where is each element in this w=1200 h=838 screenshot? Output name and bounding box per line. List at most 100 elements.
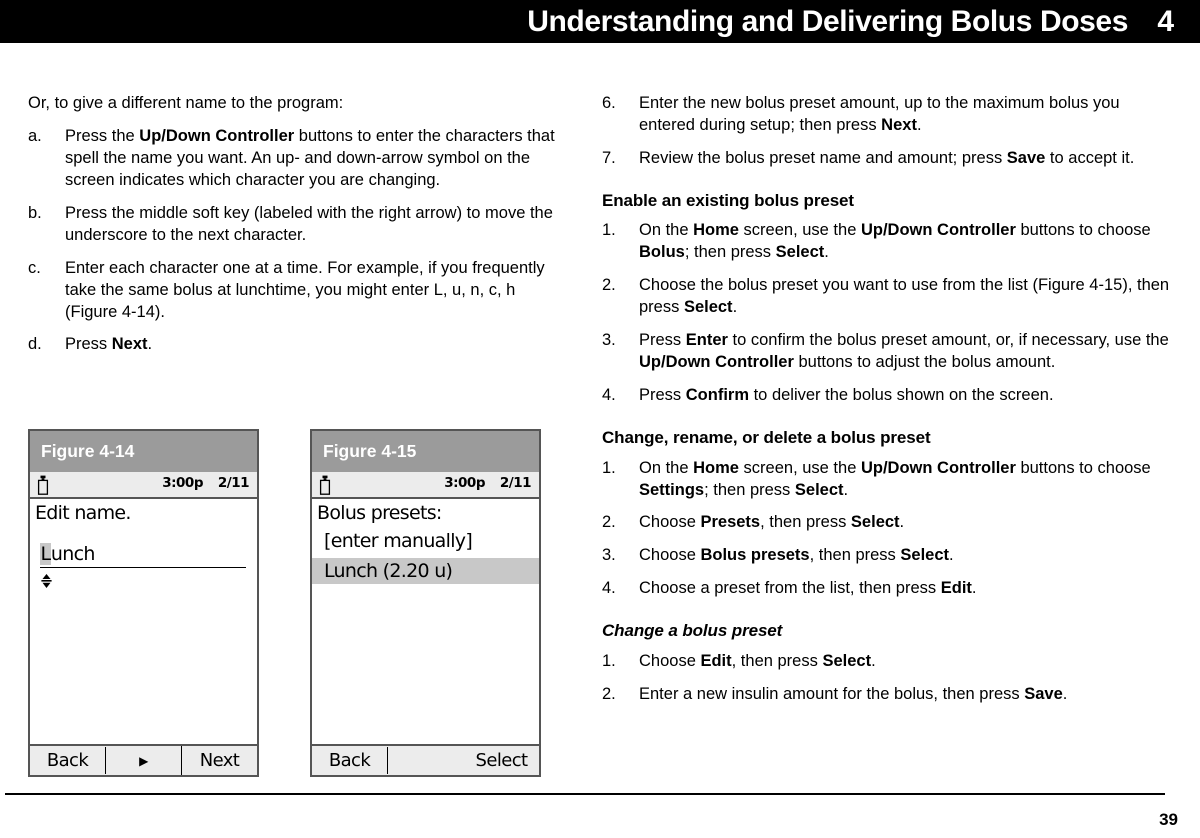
list-item-marker: 4. <box>602 386 616 405</box>
plain-text: . <box>916 115 922 134</box>
figure-4-15-option-lunch-selected[interactable]: Lunch (2.20 u) <box>312 558 539 584</box>
figure-4-15-screen: Bolus presets: [enter manually] Lunch (2… <box>312 499 539 746</box>
plain-text: to confirm the bolus preset amount, or, … <box>727 331 1169 350</box>
emphasis-text: Select <box>794 480 844 499</box>
list-item: 1. Choose Edit, then press Select. <box>602 651 1172 673</box>
list-item-text: Choose a preset from the list, then pres… <box>639 578 1172 600</box>
list-item: a. Press the Up/Down Controller buttons t… <box>28 126 568 192</box>
emphasis-text: Up/Down Controller <box>860 458 1016 477</box>
figure-4-15-status-time: 3:00p <box>444 475 485 491</box>
figure-4-14-screen: Edit name. Lunch <box>30 499 257 746</box>
list-item-text: Enter a new insulin amount for the bolus… <box>639 684 1172 706</box>
left-lead-paragraph: Or, to give a different name to the prog… <box>28 94 344 112</box>
list-item-text: Press the Up/Down Controller buttons to … <box>65 126 568 192</box>
plain-text: . <box>824 243 829 262</box>
plain-text: ; then press <box>704 480 795 499</box>
list-item-marker: 3. <box>602 546 616 565</box>
list-item: 6. Enter the new bolus preset amount, up … <box>602 93 1172 137</box>
list-item: d. Press Next. <box>28 334 568 356</box>
figure-4-14-softkey-next[interactable]: Next <box>182 747 257 774</box>
emphasis-text: Next <box>881 115 917 134</box>
list-item-text: On the Home screen, use the Up/Down Cont… <box>639 220 1172 264</box>
list-item: 3. Choose Bolus presets, then press Selec… <box>602 545 1172 567</box>
plain-text: On the <box>639 221 694 240</box>
plain-text: Press the <box>65 126 140 145</box>
right-column: 6. Enter the new bolus preset amount, up … <box>602 93 1172 706</box>
list-item-marker: 4. <box>602 579 616 598</box>
page-body: Or, to give a different name to the prog… <box>0 43 1200 838</box>
plain-text: to deliver the bolus shown on the screen… <box>749 386 1054 405</box>
emphasis-text: Edit <box>940 579 972 598</box>
figure-4-15-screen-title: Bolus presets: <box>317 502 442 524</box>
emphasis-text: Select <box>900 546 950 565</box>
emphasis-text: Up/Down Controller <box>139 126 295 145</box>
plain-text: Enter the new bolus preset amount, up to… <box>639 94 1120 134</box>
list-item-marker: d. <box>28 335 42 354</box>
plain-text: Press <box>65 335 112 354</box>
plain-text: . <box>899 513 905 532</box>
emphasis-text: Up/Down Controller <box>860 221 1016 240</box>
emphasis-text: Bolus presets <box>700 546 810 565</box>
plain-text: screen, use the <box>738 221 861 240</box>
list-item: 2. Choose Presets, then press Select. <box>602 512 1172 534</box>
list-item: 2. Choose the bolus preset you want to us… <box>602 275 1172 319</box>
figure-4-15-softkey-bar: Back Select <box>312 744 539 775</box>
list-item: b. Press the middle soft key (labeled wit… <box>28 203 568 247</box>
list-item: 7. Review the bolus preset name and amoun… <box>602 148 1172 170</box>
right-list-change-preset: 1. Choose Edit, then press Select. 2. Enter… <box>602 651 1172 706</box>
plain-text: Choose <box>639 651 701 670</box>
list-item-text: Press Next. <box>65 334 568 356</box>
plain-text: Review the bolus preset name and amount;… <box>639 148 1007 167</box>
plain-text: , then press <box>760 513 851 532</box>
list-item-text: Enter the new bolus preset amount, up to… <box>639 93 1172 137</box>
page-number: 39 <box>1159 810 1178 829</box>
figure-4-14-caption: Figure 4-14 <box>30 431 257 472</box>
right-list-change: 1. On the Home screen, use the Up/Down Co… <box>602 458 1172 601</box>
list-item: 4. Choose a preset from the list, then pr… <box>602 578 1172 600</box>
list-item-marker: 2. <box>602 684 616 703</box>
list-item-text: Enter each character one at a time. For … <box>65 258 568 324</box>
figure-4-14: Figure 4-14 3:00p 2/11 Edit name. Lunch <box>28 429 259 777</box>
list-item-text: Choose the bolus preset you want to use … <box>639 275 1172 319</box>
list-item-text: Press the middle soft key (labeled with … <box>65 203 568 247</box>
plain-text: buttons to choose <box>1015 221 1151 240</box>
list-item-marker: 1. <box>602 651 616 670</box>
list-item-text: Choose Edit, then press Select. <box>639 651 1172 673</box>
page-title: Understanding and Delivering Bolus Doses <box>527 5 1128 38</box>
list-item-marker: 7. <box>602 148 616 167</box>
right-list-enable: 1. On the Home screen, use the Up/Down Co… <box>602 220 1172 407</box>
heading-change-a-bolus-preset: Change a bolus preset <box>602 621 783 641</box>
insulin-vial-icon <box>319 475 331 495</box>
list-item-text: Press Confirm to deliver the bolus shown… <box>639 385 1172 407</box>
figure-4-15-softkey-select[interactable]: Select <box>464 747 539 774</box>
plain-text: . <box>871 651 876 670</box>
plain-text: . <box>1062 684 1068 703</box>
plain-text: Choose <box>639 546 701 565</box>
plain-text: . <box>732 298 738 317</box>
list-item-marker: 2. <box>602 276 616 295</box>
plain-text: Enter a new insulin amount for the bolus… <box>639 684 1025 703</box>
list-item-marker: 6. <box>602 94 616 112</box>
emphasis-text: Save <box>1024 684 1063 703</box>
figure-4-14-softkey-back[interactable]: Back <box>30 747 106 774</box>
list-item-text: On the Home screen, use the Up/Down Cont… <box>639 458 1172 502</box>
chapter-number: 4 <box>1157 5 1174 38</box>
emphasis-text: Confirm <box>685 386 750 405</box>
insulin-vial-icon <box>37 475 49 495</box>
left-column: Or, to give a different name to the prog… <box>28 93 568 356</box>
right-arrow-icon: ▶ <box>139 754 148 768</box>
emphasis-text: Select <box>822 651 872 670</box>
figure-4-14-softkey-right-arrow[interactable]: ▶ <box>106 746 182 775</box>
plain-text: . <box>843 480 849 499</box>
plain-text: , then press <box>809 546 901 565</box>
list-item-marker: b. <box>28 203 42 222</box>
figure-4-15-status-bar: 3:00p 2/11 <box>312 472 539 499</box>
list-item-marker: 3. <box>602 331 616 350</box>
list-item-marker: c. <box>28 258 41 277</box>
up-down-arrow-icon <box>41 574 52 588</box>
list-item: 2. Enter a new insulin amount for the bol… <box>602 684 1172 706</box>
figure-4-15-softkey-back[interactable]: Back <box>312 747 388 774</box>
plain-text: buttons to choose <box>1015 458 1151 477</box>
figure-4-15-option-enter-manually[interactable]: [enter manually] <box>312 530 539 552</box>
emphasis-text: Edit <box>700 651 732 670</box>
